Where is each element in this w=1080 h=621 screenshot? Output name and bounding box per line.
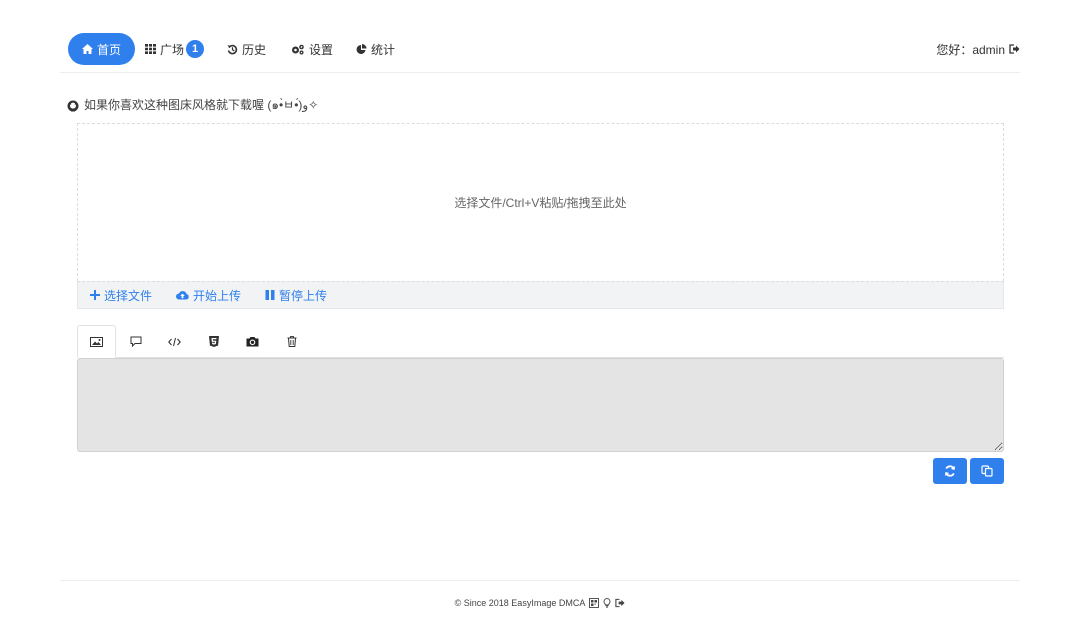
- tab-thumbnail[interactable]: [233, 325, 272, 358]
- cloud-upload-icon: [176, 291, 189, 300]
- tab-html[interactable]: [194, 325, 233, 358]
- footer-divider: [60, 580, 1020, 581]
- nav-item-square[interactable]: 广场 1: [145, 33, 205, 65]
- tab-bbcode[interactable]: [116, 325, 155, 358]
- logout-icon[interactable]: [615, 598, 625, 608]
- trash-icon: [287, 336, 296, 347]
- pause-icon: [265, 290, 275, 300]
- top-nav: 首页 广场 1 历史 设置 统计 您好：admin: [60, 33, 1020, 65]
- refresh-button[interactable]: [933, 458, 967, 484]
- copy-button[interactable]: [970, 458, 1004, 484]
- notification-badge: 1: [186, 40, 205, 58]
- history-icon: [227, 44, 238, 54]
- pause-upload-button[interactable]: 暂停上传: [265, 287, 327, 304]
- copy-icon: [981, 465, 993, 477]
- nav-divider: [60, 72, 1020, 73]
- start-upload-button[interactable]: 开始上传: [176, 287, 241, 304]
- gears-icon: [292, 44, 304, 54]
- start-upload-label: 开始上传: [193, 288, 242, 303]
- nav-item-label: 首页: [97, 42, 122, 57]
- select-file-label: 选择文件: [104, 288, 153, 303]
- footer-text: © Since 2018 EasyImage DMCA: [454, 598, 586, 608]
- nav-item-label: 设置: [309, 42, 334, 57]
- tab-image-url[interactable]: [77, 325, 116, 358]
- home-icon: [82, 44, 93, 54]
- comment-icon: [130, 336, 141, 347]
- logout-icon[interactable]: [1009, 44, 1020, 54]
- upload-dropzone[interactable]: 选择文件/Ctrl+V粘贴/拖拽至此处: [77, 123, 1004, 281]
- pause-upload-label: 暂停上传: [279, 288, 328, 303]
- user-menu[interactable]: 您好：admin: [936, 33, 1020, 65]
- camera-icon: [246, 337, 259, 347]
- refresh-icon: [945, 465, 955, 477]
- nav-item-home[interactable]: 首页: [68, 33, 136, 65]
- image-icon: [90, 336, 103, 347]
- nav-item-history[interactable]: 历史: [227, 33, 266, 65]
- download-notice[interactable]: 如果你喜欢这种图床风格就下载喔 (๑•̀ㅂ•́)و✧: [67, 96, 318, 115]
- upload-toolbar: 选择文件 开始上传 暂停上传: [77, 281, 1004, 309]
- nav-item-label: 统计: [371, 42, 396, 57]
- tab-delete-url[interactable]: [272, 325, 311, 358]
- dropzone-hint: 选择文件/Ctrl+V粘贴/拖拽至此处: [454, 196, 627, 210]
- link-output-textarea[interactable]: [77, 358, 1004, 452]
- tab-markdown[interactable]: [155, 325, 194, 358]
- nav-item-stats[interactable]: 统计: [356, 33, 395, 65]
- nav-item-label: 历史: [242, 42, 267, 57]
- footer: © Since 2018 EasyImage DMCA: [0, 598, 1080, 608]
- qrcode-icon[interactable]: [589, 598, 600, 608]
- select-file-button[interactable]: 选择文件: [90, 287, 152, 304]
- notice-text: 如果你喜欢这种图床风格就下载喔 (๑•̀ㅂ•́)و✧: [84, 98, 319, 112]
- lightbulb-icon[interactable]: [603, 598, 611, 608]
- html5-icon: [208, 336, 219, 347]
- nav-item-settings[interactable]: 设置: [291, 33, 333, 65]
- user-greeting: 您好：admin: [936, 42, 1005, 57]
- pie-chart-icon: [356, 43, 367, 54]
- code-icon: [168, 337, 181, 346]
- grid-icon: [145, 44, 156, 54]
- nav-item-label: 广场: [160, 42, 185, 57]
- plus-icon: [90, 290, 100, 300]
- github-icon: [67, 100, 79, 111]
- link-format-tabs: [77, 325, 311, 358]
